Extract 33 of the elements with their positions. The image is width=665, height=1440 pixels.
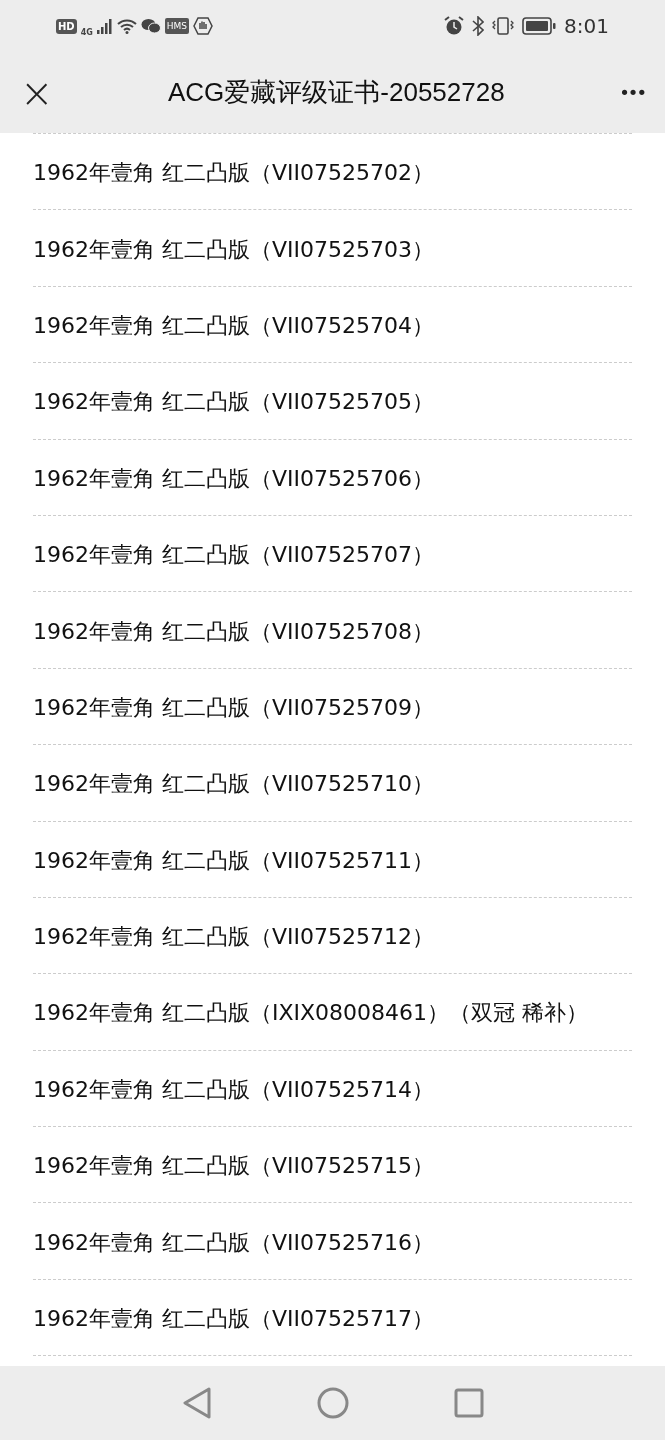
page-title: ACG爱藏评级证书-20552728: [168, 76, 505, 109]
bluetooth-icon: [472, 16, 485, 36]
hd-badge: HD: [56, 18, 77, 34]
network-type: 4G: [80, 29, 93, 37]
vibrate-icon: [492, 16, 515, 36]
list-item[interactable]: 1962年壹角 红二凸版（VII07525705）: [33, 383, 434, 419]
home-icon[interactable]: [316, 1387, 349, 1419]
list-item[interactable]: 1962年壹角 红二凸版（VII07525708）: [33, 612, 434, 648]
wifi-icon: [116, 18, 137, 34]
more-button[interactable]: •••: [619, 79, 645, 106]
close-button[interactable]: ×: [20, 72, 54, 113]
list-item[interactable]: 1962年壹角 红二凸版（VII07525711）: [33, 841, 434, 877]
hms-badge: HMS: [164, 18, 190, 34]
alarm-icon: [444, 16, 465, 36]
battery-icon: [522, 17, 557, 35]
list-item[interactable]: 1962年壹角 红二凸版（VII07525709）: [33, 688, 434, 724]
list-item[interactable]: 1962年壹角 红二凸版（VII07525717）: [33, 1300, 434, 1336]
list-item[interactable]: 1962年壹角 红二凸版（VII07525714）: [33, 1070, 434, 1106]
list-item[interactable]: 1962年壹角 红二凸版（VII07525712）: [33, 918, 434, 954]
list-item[interactable]: 1962年壹角 红二凸版（VII07525710）: [33, 765, 434, 801]
clock-time: 8:01: [564, 13, 609, 40]
list-item[interactable]: 1962年壹角 红二凸版（VII07525703）: [33, 230, 434, 266]
list-item[interactable]: 1962年壹角 红二凸版（VII07525716）: [33, 1223, 434, 1259]
list-item[interactable]: 1962年壹角 红二凸版（VII07525707）: [33, 536, 434, 572]
recents-icon[interactable]: [453, 1388, 484, 1418]
signal-icon: [96, 18, 113, 34]
list-item[interactable]: 1962年壹角 红二凸版（IXIX08008461）（双冠 稀补）: [33, 994, 589, 1030]
list-item[interactable]: 1962年壹角 红二凸版（VII07525715）: [33, 1147, 434, 1183]
list-item[interactable]: 1962年壹角 红二凸版（VII07525706）: [33, 459, 434, 495]
list-item[interactable]: 1962年壹角 红二凸版（VII07525704）: [33, 306, 434, 342]
chat-icon: [140, 18, 161, 34]
back-icon[interactable]: [181, 1387, 212, 1419]
list-item[interactable]: 1962年壹角 红二凸版（VII07525702）: [33, 154, 434, 190]
